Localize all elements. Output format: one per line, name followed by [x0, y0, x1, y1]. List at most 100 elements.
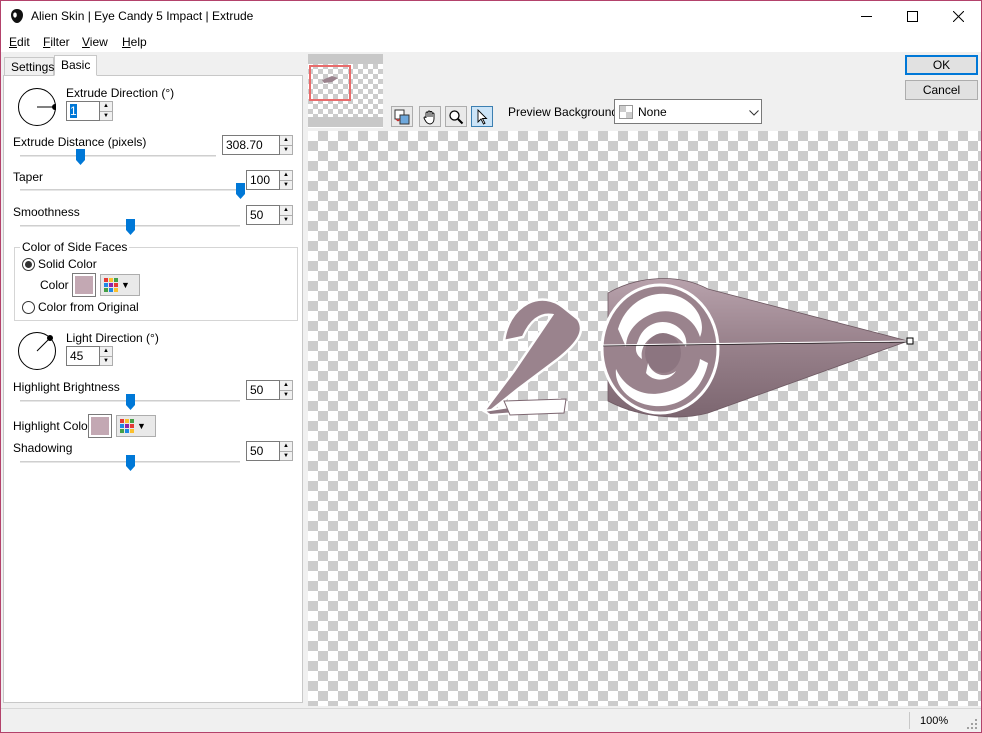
- down-arrow-icon: ▼: [283, 146, 289, 153]
- extrude-distance-slider-thumb[interactable]: [76, 149, 86, 165]
- highlight-color-label: Highlight Color: [13, 419, 92, 433]
- dropdown-arrow-icon: ▼: [137, 421, 146, 431]
- light-direction-arrows[interactable]: ▲ ▼: [100, 346, 113, 366]
- extrude-direction-spinner[interactable]: 1 ▲ ▼: [66, 101, 113, 121]
- alien-skin-logo-icon: [11, 9, 23, 23]
- chevron-down-icon: [749, 110, 759, 116]
- extrude-distance-arrows[interactable]: ▲ ▼: [280, 135, 293, 155]
- light-direction-input[interactable]: 45: [66, 346, 100, 366]
- tab-settings[interactable]: Settings: [4, 57, 54, 76]
- resize-grip-icon[interactable]: [967, 719, 977, 729]
- color-from-original-label[interactable]: Color from Original: [38, 300, 139, 314]
- extrude-distance-spinner[interactable]: 308.70 ▲ ▼: [222, 135, 293, 155]
- menu-view[interactable]: View: [82, 35, 108, 49]
- down-arrow-icon: ▼: [103, 357, 109, 364]
- preview-background-value: None: [638, 105, 667, 119]
- taper-slider-thumb[interactable]: [235, 183, 245, 199]
- shadowing-spinner[interactable]: 50 ▲ ▼: [246, 441, 293, 461]
- zoom-tool-button[interactable]: [445, 106, 467, 127]
- tab-basic[interactable]: Basic: [54, 55, 97, 76]
- basic-panel: Extrude Direction (°) 1 ▲ ▼ Extrude Dista…: [3, 75, 303, 703]
- highlight-color-fill: [91, 417, 109, 435]
- light-direction-dial[interactable]: [18, 332, 56, 370]
- hand-icon: [423, 110, 435, 124]
- solid-color-label[interactable]: Solid Color: [38, 257, 97, 271]
- highlight-color-swatch[interactable]: [88, 414, 112, 438]
- up-arrow-icon: ▲: [280, 136, 292, 146]
- direction-dial-icon: [37, 104, 56, 110]
- extruded-object-preview: [481, 278, 914, 418]
- highlight-brightness-spinner[interactable]: 50 ▲ ▼: [246, 380, 293, 400]
- side-color-swatch[interactable]: [72, 273, 96, 297]
- up-arrow-icon: ▲: [100, 347, 112, 357]
- status-separator: [909, 712, 910, 729]
- extrude-distance-track[interactable]: [20, 155, 216, 158]
- solid-color-radio[interactable]: [22, 258, 35, 271]
- preview-background-select[interactable]: None: [614, 99, 762, 124]
- smoothness-arrows[interactable]: ▲ ▼: [280, 205, 293, 225]
- maximize-button[interactable]: [889, 1, 935, 32]
- highlight-brightness-slider-thumb[interactable]: [125, 394, 135, 410]
- up-arrow-icon: ▲: [100, 102, 112, 112]
- swap-preview-button[interactable]: [391, 106, 413, 127]
- zoom-icon: [449, 109, 464, 124]
- color-from-original-radio[interactable]: [22, 301, 35, 314]
- minimize-button[interactable]: [843, 1, 889, 32]
- preview-background-label: Preview Background:: [508, 105, 622, 119]
- extrude-direction-arrows[interactable]: ▲ ▼: [100, 101, 113, 121]
- extrude-direction-input[interactable]: 1: [66, 101, 100, 121]
- light-direction-label: Light Direction (°): [66, 331, 159, 345]
- extrude-distance-input[interactable]: 308.70: [222, 135, 280, 155]
- preview-canvas[interactable]: [308, 131, 981, 706]
- side-faces-group-label: Color of Side Faces: [20, 240, 130, 254]
- smoothness-slider-thumb[interactable]: [125, 219, 135, 235]
- menu-edit[interactable]: Edit: [9, 35, 30, 49]
- down-arrow-icon: ▼: [283, 391, 289, 398]
- shadowing-arrows[interactable]: ▲ ▼: [280, 441, 293, 461]
- maximize-icon: [906, 11, 918, 22]
- ok-button[interactable]: OK: [905, 55, 978, 75]
- side-color-fill: [75, 276, 93, 294]
- menu-bar: Edit Filter View Help: [1, 32, 981, 52]
- taper-label: Taper: [13, 170, 44, 184]
- navigator-top-strip: [308, 54, 383, 64]
- up-arrow-icon: ▲: [280, 171, 292, 181]
- highlight-color-palette-button[interactable]: ▼: [116, 415, 156, 437]
- shadowing-input[interactable]: 50: [246, 441, 280, 461]
- cancel-button[interactable]: Cancel: [905, 80, 978, 100]
- down-arrow-icon: ▼: [103, 112, 109, 119]
- light-dial-icon: [36, 335, 53, 352]
- navigator-bottom-strip: [308, 117, 383, 127]
- up-arrow-icon: ▲: [280, 206, 292, 216]
- taper-input[interactable]: 100: [246, 170, 280, 190]
- light-direction-spinner[interactable]: 45 ▲ ▼: [66, 346, 113, 366]
- color-palette-icon: [104, 278, 118, 292]
- minimize-icon: [860, 16, 872, 17]
- menu-filter[interactable]: Filter: [43, 35, 70, 49]
- close-button[interactable]: [935, 1, 981, 32]
- down-arrow-icon: ▼: [283, 216, 289, 223]
- arrow-pointer-icon: [477, 108, 488, 125]
- taper-spinner[interactable]: 100 ▲ ▼: [246, 170, 293, 190]
- down-arrow-icon: ▼: [283, 181, 289, 188]
- up-arrow-icon: ▲: [280, 442, 292, 452]
- smoothness-spinner[interactable]: 50 ▲ ▼: [246, 205, 293, 225]
- smoothness-input[interactable]: 50: [246, 205, 280, 225]
- highlight-brightness-label: Highlight Brightness: [13, 380, 120, 394]
- taper-track[interactable]: [20, 189, 240, 192]
- highlight-brightness-arrows[interactable]: ▲ ▼: [280, 380, 293, 400]
- pointer-tool-button[interactable]: [471, 106, 493, 127]
- hand-tool-button[interactable]: [419, 106, 441, 127]
- dropdown-arrow-icon: ▼: [121, 280, 130, 290]
- extrude-direction-label: Extrude Direction (°): [66, 86, 175, 100]
- shadowing-slider-thumb[interactable]: [125, 455, 135, 471]
- app-window: Alien Skin | Eye Candy 5 Impact | Extrud…: [0, 0, 982, 733]
- extrude-direction-dial[interactable]: [18, 88, 56, 126]
- menu-help[interactable]: Help: [122, 35, 147, 49]
- highlight-brightness-input[interactable]: 50: [246, 380, 280, 400]
- side-color-palette-button[interactable]: ▼: [100, 274, 140, 296]
- window-title: Alien Skin | Eye Candy 5 Impact | Extrud…: [31, 9, 254, 23]
- navigator-viewport-rect[interactable]: [309, 65, 351, 101]
- taper-arrows[interactable]: ▲ ▼: [280, 170, 293, 190]
- extrude-handle[interactable]: [906, 337, 914, 345]
